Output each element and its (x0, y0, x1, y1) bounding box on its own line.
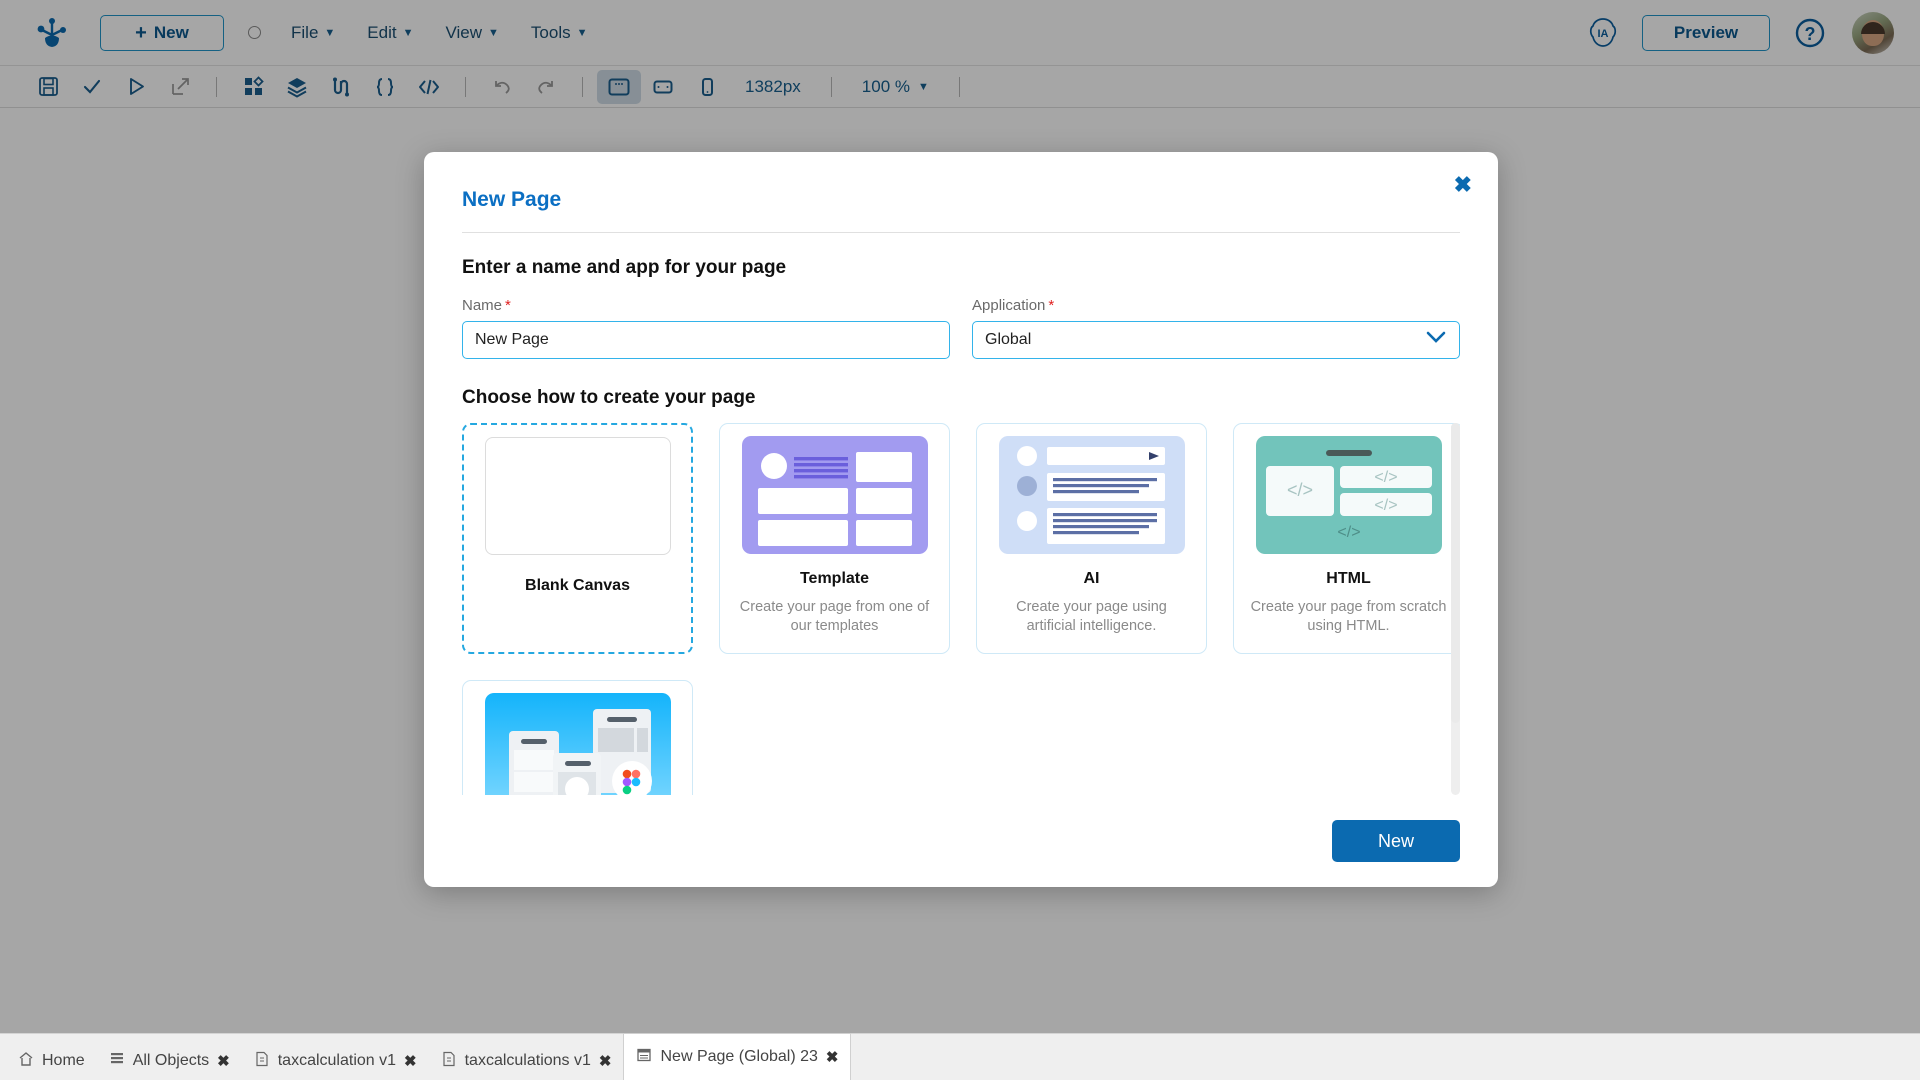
tab-label: taxcalculation v1 (277, 1052, 397, 1069)
creation-method-grid: Blank Canvas Template Create your page f… (462, 423, 1460, 795)
card-description: Create your page using artificial intell… (1016, 599, 1167, 634)
figma-thumb (484, 693, 671, 795)
card-blank-canvas[interactable]: Blank Canvas (462, 423, 693, 654)
card-description: Create your page from one of our templat… (739, 599, 930, 634)
card-html[interactable]: </> </> </> </> HTML Create your page fr… (1233, 423, 1460, 654)
application-window: + New File ▼ Edit ▼ View ▼ Tools ▼ IA Pr… (0, 0, 1920, 1080)
tab-label: All Objects (132, 1052, 210, 1069)
application-select-wrapper (972, 321, 1460, 359)
page-icon (636, 1047, 652, 1068)
tab-close-icon[interactable]: ✖ (217, 1052, 230, 1070)
name-field-group: Name * (462, 297, 950, 359)
create-new-page-button[interactable]: New (1332, 820, 1460, 862)
tab-taxcalculations-v1[interactable]: taxcalculations v1 ✖ (429, 1042, 624, 1080)
tab-label: Home (42, 1052, 85, 1069)
file-icon (441, 1051, 457, 1072)
tab-label: New Page (Global) 23 (660, 1048, 818, 1065)
blank-canvas-thumb (484, 437, 671, 555)
application-field-group: Application * (972, 297, 1460, 359)
card-html-figma[interactable]: HTML - Figma (462, 680, 693, 795)
tab-home[interactable]: Home (0, 1042, 97, 1080)
required-marker: * (505, 297, 511, 314)
dialog-footer: New (424, 795, 1498, 887)
card-description: Create your page from scratch using HTML… (1250, 599, 1447, 634)
name-field-label: Name * (462, 297, 950, 314)
html-thumb: </> </> </> </> (1255, 436, 1442, 554)
card-title: Template (799, 570, 870, 587)
svg-text:</>: </> (1374, 469, 1397, 486)
tab-all-objects[interactable]: All Objects ✖ (97, 1042, 242, 1080)
card-title: Blank Canvas (525, 577, 630, 594)
tab-new-page-global-23[interactable]: New Page (Global) 23 ✖ (623, 1033, 852, 1080)
choose-heading: Choose how to create your page (462, 387, 756, 408)
file-icon (254, 1051, 270, 1072)
card-template[interactable]: Template Create your page from one of ou… (719, 423, 950, 654)
svg-text:</>: </> (1337, 524, 1360, 541)
tab-taxcalculation-v1[interactable]: taxcalculation v1 ✖ (242, 1042, 429, 1080)
template-thumb (741, 436, 928, 554)
tab-close-icon[interactable]: ✖ (599, 1052, 612, 1070)
name-section-heading: Enter a name and app for your page (462, 257, 787, 278)
svg-text:</>: </> (1286, 480, 1312, 500)
required-marker: * (1048, 297, 1055, 314)
name-input[interactable] (462, 321, 950, 359)
cards-scrollbar-track[interactable] (1451, 423, 1460, 795)
card-title: HTML (1326, 570, 1371, 587)
list-icon (109, 1051, 125, 1072)
application-select[interactable] (972, 321, 1460, 359)
tab-close-icon[interactable]: ✖ (826, 1048, 839, 1066)
svg-text:</>: </> (1374, 497, 1397, 514)
card-title: AI (1083, 570, 1100, 587)
home-icon (18, 1051, 34, 1072)
card-ai[interactable]: AI Create your page using artificial int… (976, 423, 1207, 654)
dialog-divider (462, 232, 1460, 233)
new-page-dialog: ✖ New Page Enter a name and app for your… (424, 152, 1498, 887)
close-icon[interactable]: ✖ (1454, 174, 1472, 196)
ai-thumb (998, 436, 1185, 554)
name-label-text: Name (462, 297, 503, 314)
tab-close-icon[interactable]: ✖ (404, 1052, 417, 1070)
bottom-tab-bar: Home All Objects ✖ taxcalculation v1 ✖ t… (0, 1033, 1920, 1080)
cards-scroll-area: Blank Canvas Template Create your page f… (462, 423, 1460, 795)
dialog-title: New Page (462, 188, 562, 211)
application-field-label: Application * (972, 297, 1460, 314)
tab-label: taxcalculations v1 (464, 1052, 591, 1069)
form-fields: Name* Application* (462, 297, 1460, 359)
cards-scrollbar-thumb[interactable] (1451, 423, 1460, 723)
application-label-text: Application (972, 297, 1046, 314)
